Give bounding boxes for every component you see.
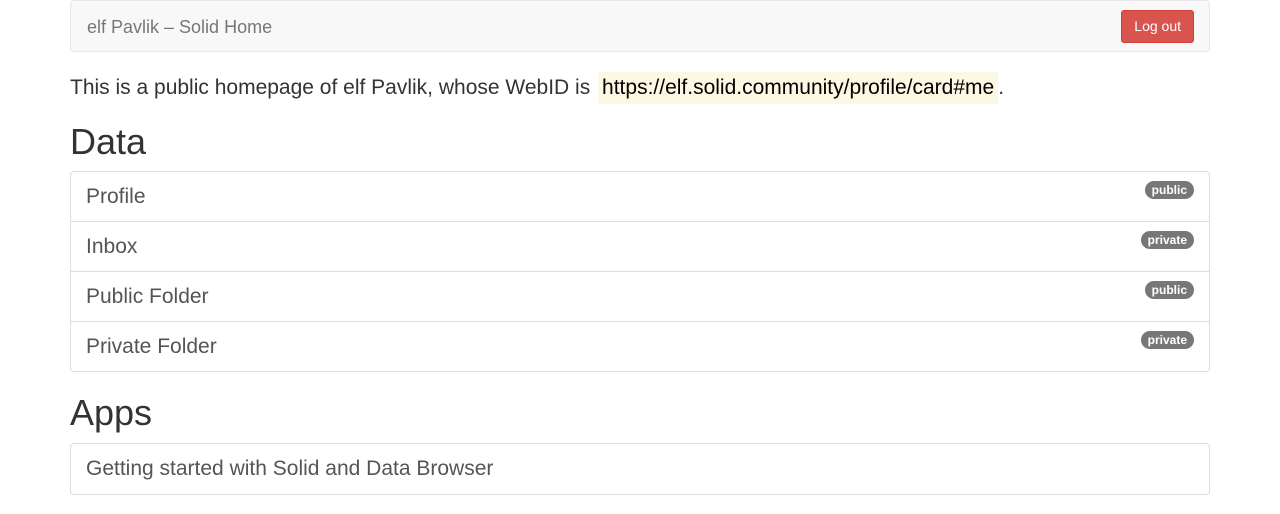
app-item-label: Getting started with Solid and Data Brow… (86, 457, 494, 480)
apps-list: Getting started with Solid and Data Brow… (70, 443, 1210, 495)
data-item-profile[interactable]: Profile public (70, 171, 1210, 222)
intro-text: This is a public homepage of elf Pavlik,… (70, 76, 591, 99)
data-item-private-folder[interactable]: Private Folder private (70, 321, 1210, 372)
data-item-label: Profile (86, 185, 146, 208)
data-item-label: Public Folder (86, 285, 209, 308)
data-item-label: Private Folder (86, 335, 217, 358)
access-badge: public (1144, 181, 1194, 199)
access-badge: public (1144, 281, 1194, 299)
logout-button[interactable]: Log out (1121, 10, 1194, 43)
data-item-public-folder[interactable]: Public Folder public (70, 271, 1210, 322)
data-item-label: Inbox (86, 235, 138, 258)
data-item-inbox[interactable]: Inbox private (70, 221, 1210, 272)
navbar: elf Pavlik – Solid Home Log out (70, 0, 1210, 52)
access-badge: private (1140, 331, 1194, 349)
webid-link[interactable]: https://elf.solid.community/profile/card… (598, 72, 999, 104)
access-badge: private (1140, 231, 1194, 249)
data-heading: Data (70, 121, 147, 162)
page-container: elf Pavlik – Solid Home Log out This is … (70, 0, 1210, 495)
data-list: Profile public Inbox private Public Fold… (70, 171, 1210, 372)
intro-suffix: . (998, 76, 1005, 99)
navbar-brand[interactable]: elf Pavlik – Solid Home (87, 17, 272, 37)
apps-heading: Apps (70, 392, 153, 433)
intro-paragraph: This is a public homepage of elf Pavlik,… (70, 72, 1004, 104)
app-item-getting-started[interactable]: Getting started with Solid and Data Brow… (70, 443, 1210, 495)
